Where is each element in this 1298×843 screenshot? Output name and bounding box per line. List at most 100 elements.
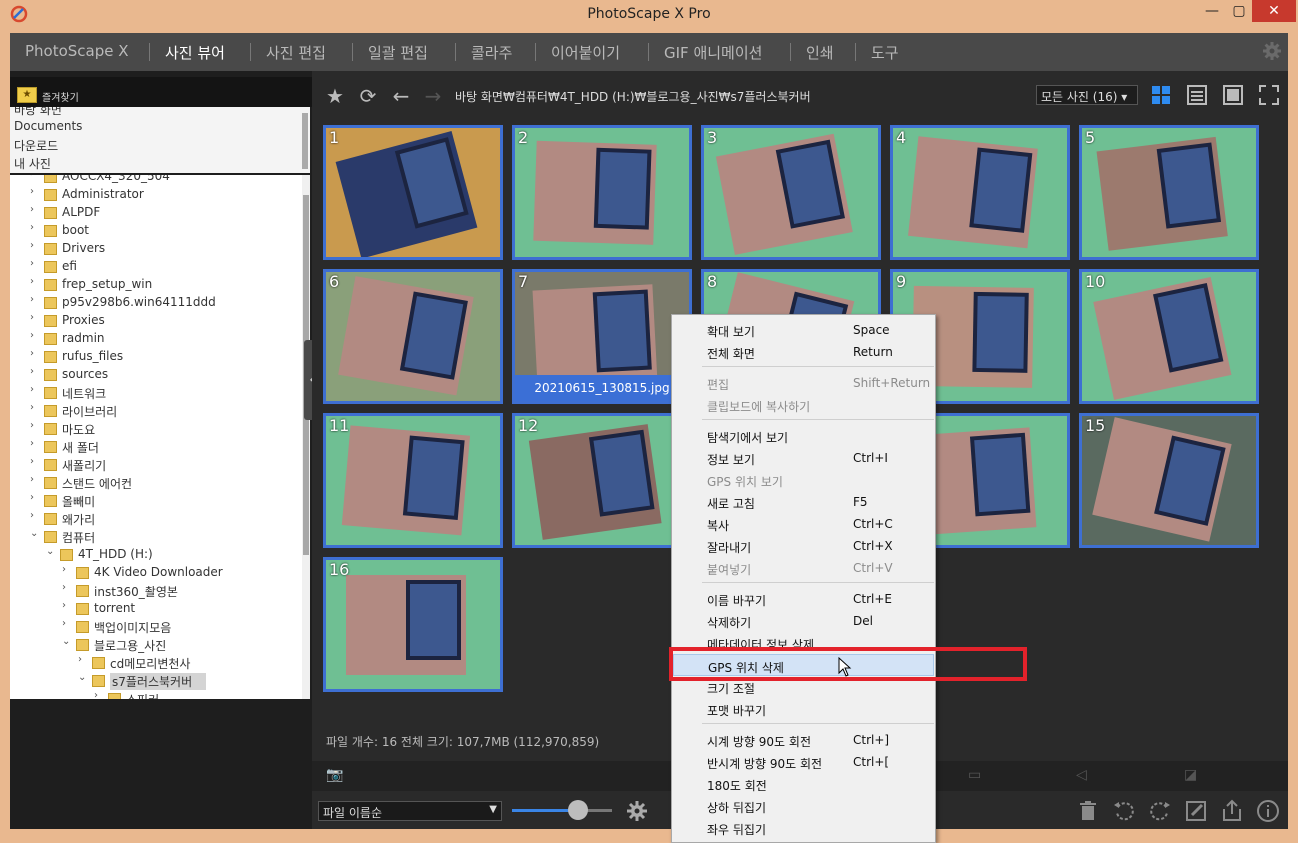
context-menu-item[interactable]: 삭제하기 Del: [673, 610, 934, 632]
chevron-right-icon[interactable]: ›: [30, 348, 34, 359]
menu-item-5[interactable]: 이어붙이기: [551, 42, 620, 63]
chevron-right-icon[interactable]: ›: [30, 456, 34, 467]
chevron-right-icon[interactable]: ›: [30, 474, 34, 485]
photo-thumbnail[interactable]: 7 20210615_130815.jpg: [512, 269, 692, 404]
menu-item-2[interactable]: 사진 편집: [266, 42, 326, 63]
photo-thumbnail[interactable]: 2: [512, 125, 692, 260]
chevron-right-icon[interactable]: ›: [30, 258, 34, 269]
context-menu-item[interactable]: 새로 고침 F5: [673, 491, 934, 513]
chevron-right-icon[interactable]: ›: [30, 186, 34, 197]
chevron-right-icon[interactable]: ›: [62, 582, 66, 593]
chevron-right-icon[interactable]: ›: [30, 492, 34, 503]
photo-thumbnail[interactable]: 5: [1079, 125, 1259, 260]
context-menu-item[interactable]: 편집 Shift+Return: [673, 372, 934, 394]
single-view-icon[interactable]: [1222, 84, 1244, 106]
settings-gear-icon[interactable]: [1262, 41, 1282, 61]
favorites-scrollbar[interactable]: [300, 107, 310, 173]
photo-thumbnail[interactable]: 1: [323, 125, 503, 260]
minimize-button[interactable]: —: [1198, 0, 1226, 22]
context-menu-item[interactable]: 반시계 방향 90도 회전 Ctrl+[: [673, 751, 934, 773]
chevron-right-icon[interactable]: ›: [30, 240, 34, 251]
sort-order-select[interactable]: 파일 이름순 ▼: [318, 801, 502, 821]
menu-item-4[interactable]: 콜라주: [471, 42, 512, 63]
maximize-button[interactable]: ▢: [1225, 0, 1253, 22]
chevron-right-icon[interactable]: ›: [94, 690, 98, 699]
chevron-right-icon[interactable]: ›: [62, 600, 66, 611]
favorites-header[interactable]: ★ 즐겨찾기: [10, 77, 312, 107]
favorite-item[interactable]: Documents: [14, 119, 82, 133]
info-icon[interactable]: [1256, 799, 1280, 823]
context-menu-item[interactable]: 포맷 바꾸기: [673, 698, 934, 720]
trash-icon[interactable]: [1076, 799, 1100, 823]
chevron-down-icon[interactable]: ⌄: [62, 636, 70, 647]
menu-item-6[interactable]: GIF 애니메이션: [664, 42, 762, 63]
chevron-right-icon[interactable]: ›: [30, 366, 34, 377]
context-menu-item[interactable]: 상하 뒤집기: [673, 795, 934, 817]
fullscreen-icon[interactable]: [1258, 84, 1280, 106]
context-menu-item[interactable]: 시계 방향 90도 회전 Ctrl+]: [673, 729, 934, 751]
photo-thumbnail[interactable]: 11: [323, 413, 503, 548]
rotate-right-icon[interactable]: [1148, 799, 1172, 823]
photo-thumbnail[interactable]: 3: [701, 125, 881, 260]
star-icon[interactable]: ★: [324, 85, 346, 107]
grid-view-icon[interactable]: [1150, 84, 1172, 106]
chevron-right-icon[interactable]: ›: [30, 294, 34, 305]
chevron-right-icon[interactable]: ›: [30, 312, 34, 323]
chevron-right-icon[interactable]: ›: [78, 654, 82, 665]
photo-filter-select[interactable]: 모든 사진 (16) ▾: [1036, 85, 1138, 105]
menu-item-0[interactable]: PhotoScape X: [25, 42, 129, 60]
thumbnail-settings-gear-icon[interactable]: [626, 800, 648, 822]
chevron-right-icon[interactable]: ›: [30, 222, 34, 233]
photo-thumbnail[interactable]: 10: [1079, 269, 1259, 404]
forward-arrow-icon[interactable]: →: [422, 85, 444, 107]
chevron-right-icon[interactable]: ›: [30, 510, 34, 521]
edit-icon[interactable]: [1184, 799, 1208, 823]
context-menu-item[interactable]: 전체 화면 Return: [673, 341, 934, 363]
context-menu-item[interactable]: 탐색기에서 보기: [673, 425, 934, 447]
photo-thumbnail[interactable]: 12: [512, 413, 692, 548]
photo-thumbnail[interactable]: 16: [323, 557, 503, 692]
context-menu-item[interactable]: GPS 위치 보기: [673, 469, 934, 491]
context-menu-item[interactable]: 확대 보기 Space: [673, 319, 934, 341]
menu-item-8[interactable]: 도구: [871, 42, 899, 63]
chevron-right-icon[interactable]: ›: [30, 276, 34, 287]
menu-item-7[interactable]: 인쇄: [806, 42, 834, 63]
chevron-right-icon[interactable]: ›: [30, 204, 34, 215]
chevron-right-icon[interactable]: ›: [30, 175, 34, 179]
chevron-down-icon[interactable]: ⌄: [78, 672, 86, 683]
favorite-item[interactable]: 내 사진: [14, 155, 51, 172]
share-icon[interactable]: [1220, 799, 1244, 823]
context-menu-item[interactable]: 잘라내기 Ctrl+X: [673, 535, 934, 557]
menu-separator: [535, 43, 536, 61]
refresh-icon[interactable]: ⟳: [357, 85, 379, 107]
context-menu-item[interactable]: 복사 Ctrl+C: [673, 513, 934, 535]
photo-thumbnail[interactable]: 4: [890, 125, 1070, 260]
context-menu-item[interactable]: 붙여넣기 Ctrl+V: [673, 557, 934, 579]
menu-item-3[interactable]: 일괄 편집: [368, 42, 428, 63]
context-menu-item[interactable]: 정보 보기 Ctrl+I: [673, 447, 934, 469]
folder-tree-scrollbar[interactable]: [302, 175, 310, 699]
menu-item-1[interactable]: 사진 뷰어: [165, 42, 225, 63]
chevron-down-icon[interactable]: ⌄: [30, 528, 38, 539]
photo-thumbnail[interactable]: 6: [323, 269, 503, 404]
chevron-right-icon[interactable]: ›: [30, 402, 34, 413]
rotate-left-icon[interactable]: [1112, 799, 1136, 823]
back-arrow-icon[interactable]: ←: [390, 85, 412, 107]
chevron-down-icon[interactable]: ⌄: [46, 546, 54, 557]
chevron-right-icon[interactable]: ›: [30, 420, 34, 431]
context-menu-item[interactable]: 좌우 뒤집기: [673, 817, 934, 839]
context-menu-item[interactable]: 클립보드에 복사하기: [673, 394, 934, 416]
close-button[interactable]: ✕: [1252, 0, 1296, 22]
chevron-right-icon[interactable]: ›: [62, 564, 66, 575]
context-menu-item[interactable]: 180도 회전: [673, 773, 934, 795]
zoom-slider-handle[interactable]: [568, 800, 588, 820]
chevron-right-icon[interactable]: ›: [30, 330, 34, 341]
chevron-right-icon[interactable]: ›: [30, 438, 34, 449]
favorite-item[interactable]: 바탕 화면: [14, 107, 62, 118]
chevron-right-icon[interactable]: ›: [30, 384, 34, 395]
list-view-icon[interactable]: [1186, 84, 1208, 106]
favorite-item[interactable]: 다운로드: [14, 137, 58, 154]
photo-thumbnail[interactable]: 15: [1079, 413, 1259, 548]
chevron-right-icon[interactable]: ›: [62, 618, 66, 629]
context-menu-item[interactable]: 이름 바꾸기 Ctrl+E: [673, 588, 934, 610]
